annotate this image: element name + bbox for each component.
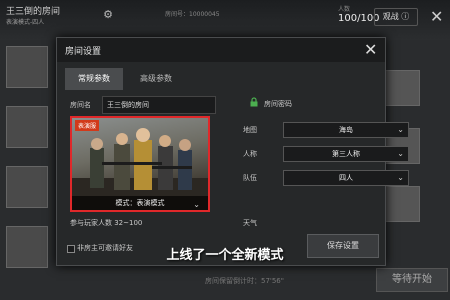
map-badge: 表演服 [75,120,100,131]
weather-label: 天气 [243,219,257,227]
player-count-label: 人数 [338,6,351,13]
players-range-label: 参与玩家人数 32~100 [70,219,143,227]
chevron-down-icon: ⌄ [397,149,404,158]
chevron-down-icon: ⌄ [193,200,200,209]
room-name-label: 房间名 [70,101,91,109]
team-label: 队伍 [243,174,257,182]
team-select-value: 四人 [339,174,353,182]
gear-icon[interactable]: ⚙ [102,9,114,21]
chevron-down-icon: ⌄ [397,125,404,134]
close-icon[interactable]: ✕ [364,40,377,59]
video-subtitle: 上线了一个全新模式 [166,248,284,263]
room-subtitle: 表演模式-四人 [6,19,45,26]
countdown: 房间保留倒计时：57'56" [205,277,284,285]
dialog-title: 房间设置 [65,47,102,57]
view-select[interactable]: 第三人称 ⌄ [283,146,409,162]
map-mode-caption: 模式：表演模式 [72,196,208,210]
room-title: 王三倒的房间 [6,7,61,17]
avatar[interactable] [384,70,420,106]
lock-icon [250,97,258,107]
mode-button[interactable]: 观战 ⓘ [374,8,418,26]
map-card[interactable]: 表演服 模式：表演模式 ⌄ [70,116,210,212]
view-select-value: 第三人称 [332,150,360,158]
avatar[interactable] [384,186,420,222]
room-settings-dialog: 房间设置 ✕ 常规参数 高级参数 房间名 王三倒的房间 表演服 模式：表演模式 … [56,37,409,266]
password-label: 房间密码 [264,100,292,108]
map-label: 地图 [243,126,257,134]
room-name-input[interactable]: 王三倒的房间 [102,96,216,114]
tab-advanced[interactable]: 高级参数 [127,68,185,90]
dialog-header [57,38,385,62]
map-select-value: 海岛 [339,126,353,134]
avatar[interactable] [6,46,48,88]
start-button[interactable]: 等待开始 [376,268,448,292]
avatar[interactable] [6,166,48,208]
room-id: 房间号：10000045 [165,11,220,18]
team-select[interactable]: 四人 ⌄ [283,170,409,186]
close-room-icon[interactable]: ✕ [430,7,443,26]
map-select[interactable]: 海岛 ⌄ [283,122,409,138]
tab-general[interactable]: 常规参数 [65,68,123,90]
question-icon: ⓘ [401,12,410,21]
view-label: 人称 [243,150,257,158]
avatar[interactable] [6,106,48,148]
mode-button-label: 观战 [382,12,399,21]
chevron-down-icon: ⌄ [397,173,404,182]
